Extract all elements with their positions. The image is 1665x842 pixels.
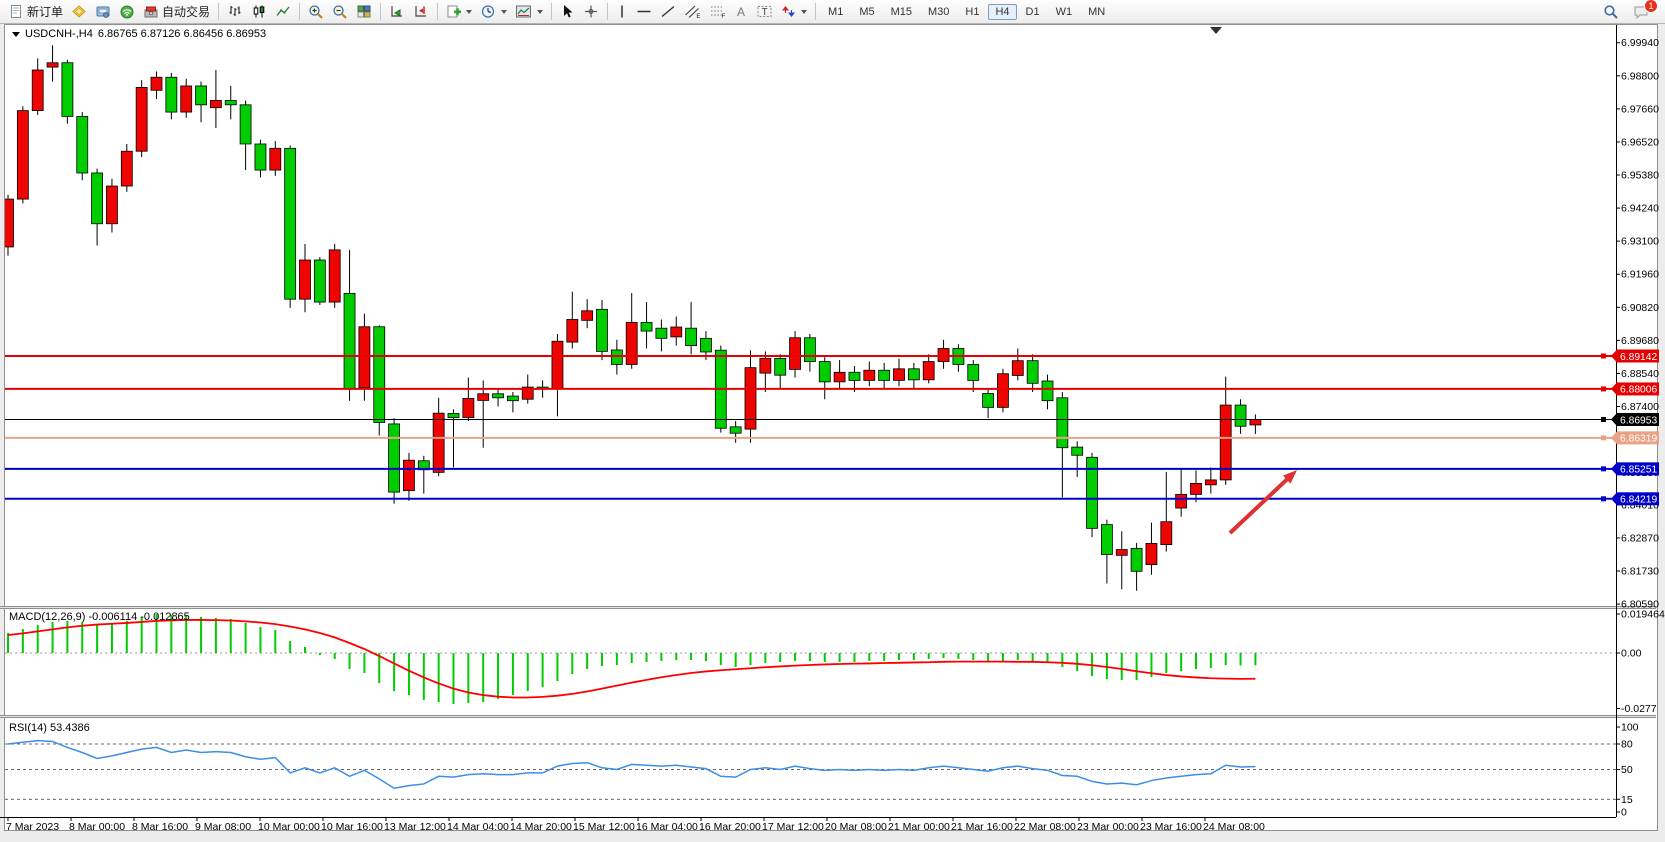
chart-shift-icon (413, 4, 429, 19)
new-order-label: 新订单 (27, 3, 63, 20)
chevron-down-icon (466, 10, 472, 14)
zoom-out-button[interactable] (328, 2, 352, 22)
text-label-tool-button[interactable]: T (752, 2, 777, 21)
text-label-glyph: T (762, 7, 768, 18)
auto-trading-label: 自动交易 (162, 3, 210, 20)
toolbar-separator (437, 3, 438, 20)
market-watch-button[interactable] (67, 2, 91, 21)
channel-icon: E (684, 4, 701, 19)
timeframe-mn[interactable]: MN (1081, 4, 1112, 20)
timeframe-h4[interactable]: H4 (988, 4, 1016, 20)
text-tool-button[interactable]: A (730, 2, 752, 21)
timeframe-m1[interactable]: M1 (821, 4, 850, 20)
template-button[interactable] (511, 2, 547, 21)
chevron-down-icon (537, 10, 543, 14)
tile-windows-button[interactable] (352, 2, 376, 21)
candlestick-chart-icon (251, 4, 267, 19)
chevron-down-icon (501, 10, 507, 14)
trendline-tool-button[interactable] (656, 2, 680, 21)
line-chart-icon (275, 4, 291, 19)
bar-chart-type-button[interactable] (223, 2, 247, 21)
cursor-icon (560, 4, 575, 19)
zoom-in-button[interactable] (304, 2, 328, 22)
fibonacci-icon: F (709, 4, 726, 19)
line-chart-type-button[interactable] (271, 2, 295, 21)
add-indicator-icon (446, 4, 461, 19)
notification-badge: 1 (1644, 0, 1658, 13)
text-tool-glyph: A (737, 5, 745, 19)
toolbar-separator (551, 3, 552, 20)
signal-icon (119, 4, 135, 19)
timeframe-m15[interactable]: M15 (884, 4, 919, 20)
vertical-line-icon (616, 4, 628, 19)
auto-scroll-icon (389, 4, 405, 19)
auto-trading-button[interactable]: 自动交易 (139, 1, 214, 22)
timeframe-w1[interactable]: W1 (1049, 4, 1080, 20)
chart-symbol-period: USDCNH-,H4 (25, 28, 93, 40)
clock-icon (480, 4, 496, 19)
toolbar-separator (815, 3, 816, 20)
search-button[interactable] (1599, 2, 1623, 22)
bar-chart-icon (227, 4, 243, 19)
crosshair-icon (583, 4, 599, 19)
timeframe-h1[interactable]: H1 (958, 4, 986, 20)
tile-windows-icon (356, 4, 372, 19)
arrows-icon (781, 4, 796, 19)
cursor-button[interactable] (556, 2, 579, 21)
toolbar-right-group: 1 (1599, 2, 1660, 22)
channel-tool-button[interactable]: E (680, 2, 705, 21)
navigator-button[interactable] (91, 2, 115, 21)
chart-window[interactable] (4, 24, 1658, 831)
auto-trading-icon (143, 4, 159, 19)
template-icon (515, 4, 532, 19)
fibonacci-suffix-glyph: F (722, 14, 726, 19)
toolbar-separator (218, 3, 219, 20)
chevron-down-icon (801, 10, 807, 14)
auto-scroll-button[interactable] (385, 2, 409, 21)
chart-title: USDCNH-,H4 6.86765 6.87126 6.86456 6.869… (12, 28, 266, 40)
zoom-out-icon (332, 4, 348, 20)
shapes-button[interactable] (777, 2, 811, 21)
vertical-line-tool-button[interactable] (612, 2, 632, 21)
periods-button[interactable] (476, 2, 511, 21)
notifications-button[interactable]: 1 (1629, 2, 1654, 21)
search-icon (1603, 4, 1619, 20)
fibonacci-tool-button[interactable]: F (705, 2, 730, 21)
horizontal-line-icon (636, 4, 652, 19)
navigator-icon (95, 4, 111, 19)
chevron-down-icon[interactable] (12, 32, 20, 37)
toolbar-separator (380, 3, 381, 20)
toolbar-separator (299, 3, 300, 20)
main-toolbar: 新订单 自动交易 (0, 0, 1665, 24)
channel-suffix-glyph: E (696, 14, 700, 19)
timeframe-d1[interactable]: D1 (1019, 4, 1047, 20)
chart-shift-button[interactable] (409, 2, 433, 21)
add-indicator-button[interactable] (442, 2, 476, 21)
signal-button[interactable] (115, 2, 139, 21)
trendline-icon (660, 4, 676, 19)
timeframe-m5[interactable]: M5 (852, 4, 881, 20)
new-order-icon (9, 4, 24, 19)
new-order-button[interactable]: 新订单 (5, 1, 67, 22)
horizontal-line-tool-button[interactable] (632, 2, 656, 21)
chart-ohlc-values: 6.86765 6.87126 6.86456 6.86953 (98, 28, 266, 40)
candlestick-chart-type-button[interactable] (247, 2, 271, 21)
crosshair-button[interactable] (579, 2, 603, 21)
text-tool-icon: A (734, 4, 748, 19)
timeframe-m30[interactable]: M30 (921, 4, 956, 20)
market-watch-icon (71, 4, 87, 19)
zoom-in-icon (308, 4, 324, 20)
mt4-terminal: { "toolbar": { "new_order": "新订单", "auto… (0, 0, 1665, 842)
text-label-icon: T (756, 4, 773, 19)
toolbar-separator (607, 3, 608, 20)
